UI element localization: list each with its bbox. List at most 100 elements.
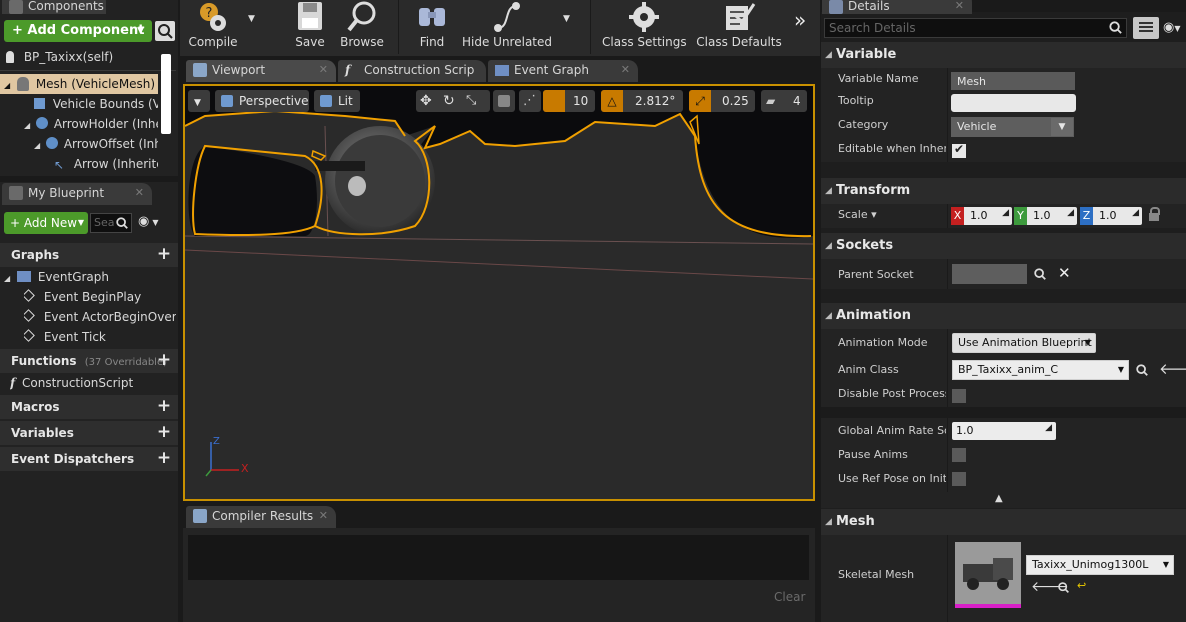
- disable-post-process-checkbox[interactable]: [952, 389, 966, 403]
- rotation-snap-toggle[interactable]: △ 2.812°: [601, 90, 683, 112]
- tab-my-blueprint[interactable]: My Blueprint ✕: [2, 183, 152, 205]
- animation-section-header[interactable]: ◢ Animation: [821, 303, 1186, 329]
- class-defaults-button[interactable]: Class Defaults: [696, 0, 782, 54]
- add-function-icon[interactable]: +: [156, 352, 172, 369]
- browse-button[interactable]: Browse: [338, 0, 386, 54]
- viewport-3d[interactable]: ▼ Perspective Lit ✥ ↻ ⤡ ⋰ 10 △ 2.812° ⤢ …: [183, 84, 815, 501]
- close-icon[interactable]: ✕: [621, 63, 630, 76]
- hide-unrelated-button[interactable]: Hide Unrelated: [462, 0, 552, 54]
- close-icon[interactable]: ✕: [319, 63, 328, 76]
- component-self-row[interactable]: BP_Taxixx(self): [6, 47, 176, 67]
- components-search-button[interactable]: [155, 21, 175, 41]
- animation-mode-combo[interactable]: Use Animation Blueprint ▼: [952, 333, 1096, 353]
- ref-pose-checkbox[interactable]: [952, 472, 966, 486]
- property-matrix-button[interactable]: [1133, 17, 1159, 39]
- search-icon[interactable]: [1033, 267, 1047, 281]
- variable-name-field[interactable]: Mesh: [951, 72, 1075, 90]
- variables-section-header[interactable]: Variables +: [0, 421, 178, 445]
- save-button[interactable]: Save: [288, 0, 332, 54]
- tooltip-field[interactable]: [951, 94, 1076, 112]
- mesh-section-header[interactable]: ◢ Mesh: [821, 509, 1186, 535]
- translate-icon[interactable]: ✥: [420, 90, 432, 112]
- transform-section-header[interactable]: ◢ Transform: [821, 178, 1186, 204]
- functions-section-header[interactable]: Functions (37 Overridable) +: [0, 349, 178, 373]
- tree-item-arrow[interactable]: ↖ Arrow (Inherited: [54, 154, 158, 174]
- clear-button[interactable]: Clear: [774, 590, 805, 604]
- event-item[interactable]: Event ActorBeginOver: [24, 307, 176, 327]
- anim-class-combo[interactable]: BP_Taxixx_anim_C ▼: [952, 360, 1129, 380]
- tab-event-graph[interactable]: Event Graph ✕: [488, 60, 638, 82]
- perspective-button[interactable]: Perspective: [215, 90, 309, 112]
- add-graph-icon[interactable]: +: [156, 246, 172, 263]
- grid-snap-toggle[interactable]: 10: [543, 90, 595, 112]
- coordinate-space-button[interactable]: [493, 90, 515, 112]
- event-item[interactable]: Event BeginPlay: [24, 287, 176, 307]
- event-item[interactable]: Event Tick: [24, 327, 176, 347]
- tree-item-mesh[interactable]: ◢ Mesh (VehicleMesh) (: [0, 74, 158, 94]
- close-icon[interactable]: ✕: [135, 186, 144, 199]
- tab-construction-script[interactable]: f Construction Scrip: [338, 60, 486, 82]
- compile-button[interactable]: ? Compile: [186, 0, 240, 54]
- skeletal-mesh-combo[interactable]: Taxixx_Unimog1300L ▼: [1026, 555, 1174, 575]
- hide-unrelated-dropdown-icon[interactable]: ▼: [563, 14, 570, 24]
- class-settings-button[interactable]: Class Settings: [602, 0, 687, 54]
- binoculars-icon: [419, 8, 445, 26]
- surface-snap-button[interactable]: ⋰: [519, 90, 541, 112]
- lock-icon[interactable]: [1149, 207, 1160, 221]
- graphs-section-header[interactable]: Graphs +: [0, 243, 178, 267]
- variables-header-label: Variables: [11, 426, 74, 440]
- use-selected-arrow-icon[interactable]: 🡐: [1159, 359, 1186, 378]
- tab-details[interactable]: Details ✕: [822, 0, 972, 14]
- variable-section-header[interactable]: ◢ Variable: [821, 42, 1186, 68]
- clear-socket-icon[interactable]: ✕: [1058, 264, 1071, 282]
- compile-dropdown-icon[interactable]: ▼: [248, 14, 255, 24]
- scale-y-field[interactable]: Y 1.0 ◢: [1014, 207, 1077, 225]
- dispatchers-section-header[interactable]: Event Dispatchers +: [0, 447, 178, 471]
- skeletal-mesh-thumbnail[interactable]: [955, 542, 1021, 608]
- toolbar-divider: [398, 0, 399, 54]
- add-component-button[interactable]: + Add Component ▼: [4, 20, 152, 42]
- tab-viewport[interactable]: Viewport ✕: [186, 60, 336, 82]
- reset-default-icon[interactable]: ↩: [1077, 579, 1086, 592]
- toolbar-overflow-button[interactable]: »: [794, 8, 806, 32]
- blueprint-search-input[interactable]: Sea: [90, 213, 132, 233]
- add-dispatcher-icon[interactable]: +: [156, 450, 172, 467]
- variable-name-label: Variable Name: [838, 72, 919, 85]
- tab-components[interactable]: Components: [2, 0, 106, 14]
- scale-x-field[interactable]: X 1.0 ◢: [951, 207, 1012, 225]
- pause-anims-checkbox[interactable]: [952, 448, 966, 462]
- sockets-section-header[interactable]: ◢ Sockets: [821, 233, 1186, 259]
- tab-compiler-results[interactable]: Compiler Results ✕: [186, 506, 336, 528]
- macros-section-header[interactable]: Macros +: [0, 395, 178, 419]
- details-visibility-eye-icon[interactable]: ◉▼: [1163, 20, 1181, 35]
- visibility-eye-icon[interactable]: ◉ ▼: [138, 214, 164, 232]
- rotate-icon[interactable]: ↻: [443, 90, 455, 112]
- scale-icon[interactable]: ⤡: [466, 90, 476, 112]
- tree-item-vehicle-bounds[interactable]: Vehicle Bounds (Ve: [34, 94, 158, 114]
- construction-script-item[interactable]: f ConstructionScript: [10, 373, 176, 393]
- parent-socket-field[interactable]: [952, 264, 1027, 284]
- search-icon[interactable]: [1057, 581, 1070, 594]
- scale-snap-toggle[interactable]: ⤢ 0.25: [689, 90, 755, 112]
- advanced-collapse-button[interactable]: ▲: [821, 492, 1186, 508]
- find-button[interactable]: Find: [410, 0, 454, 54]
- components-scrollbar[interactable]: [161, 54, 171, 134]
- tree-item-arrowoffset[interactable]: ◢ ArrowOffset (Inher: [34, 134, 158, 154]
- camera-speed-button[interactable]: ▰ 4: [761, 90, 807, 112]
- add-variable-icon[interactable]: +: [156, 424, 172, 441]
- tree-item-arrowholder[interactable]: ◢ ArrowHolder (Inherit: [24, 114, 158, 134]
- add-new-button[interactable]: + Add New ▼: [4, 212, 88, 234]
- viewport-options-button[interactable]: ▼: [188, 90, 210, 112]
- event-graph-item[interactable]: ◢ EventGraph: [4, 267, 174, 287]
- close-icon[interactable]: ✕: [319, 509, 328, 522]
- scale-label[interactable]: Scale ▾: [838, 208, 946, 221]
- lit-button[interactable]: Lit: [314, 90, 360, 112]
- search-icon[interactable]: [1135, 363, 1149, 377]
- details-search-input[interactable]: Search Details: [824, 18, 1127, 38]
- global-anim-rate-field[interactable]: 1.0 ◢: [952, 422, 1056, 440]
- add-macro-icon[interactable]: +: [156, 398, 172, 415]
- category-combo[interactable]: Vehicle ▼: [951, 117, 1074, 137]
- editable-inherited-checkbox[interactable]: ✔: [952, 142, 966, 158]
- scale-z-field[interactable]: Z 1.0 ◢: [1080, 207, 1142, 225]
- close-icon[interactable]: ✕: [955, 0, 964, 12]
